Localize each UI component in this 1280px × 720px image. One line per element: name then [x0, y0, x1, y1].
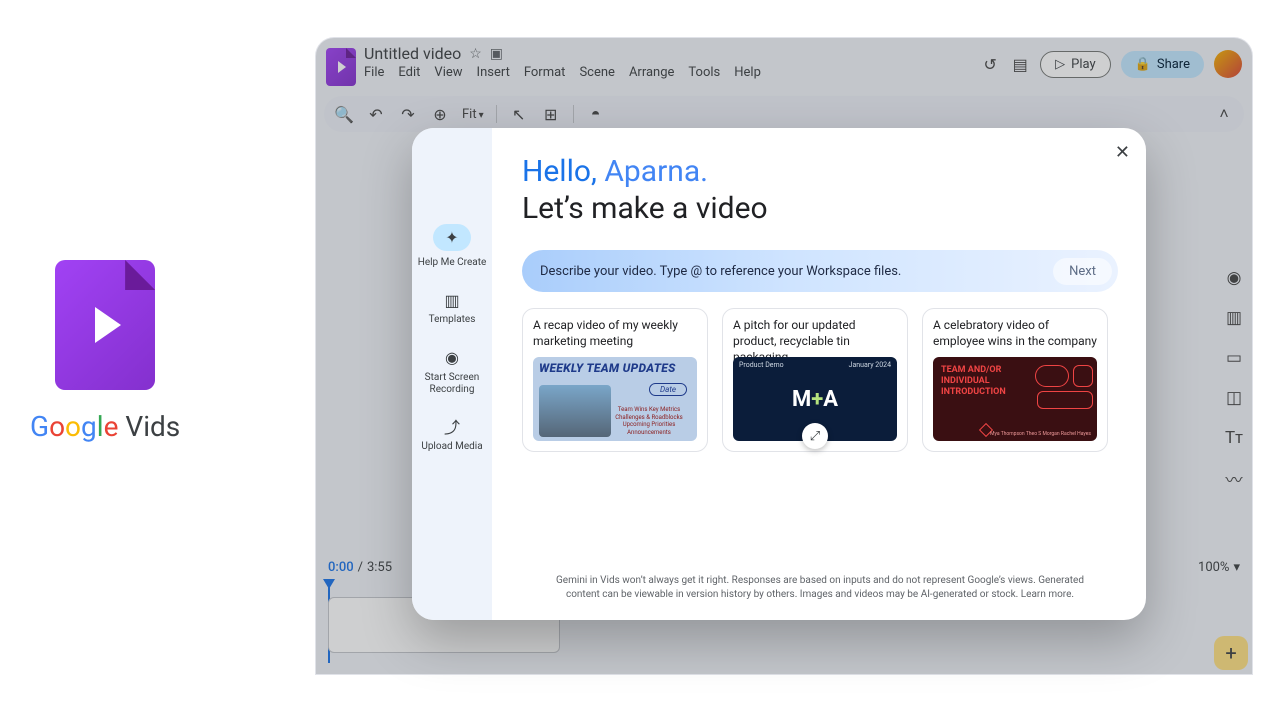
prompt-placeholder: Describe your video. Type @ to reference… — [540, 264, 1053, 279]
prompt-input[interactable]: Describe your video. Type @ to reference… — [522, 250, 1118, 292]
subheading: Let’s make a video — [522, 191, 1118, 226]
suggestion-cards: A recap video of my weekly marketing mee… — [522, 308, 1118, 452]
suggestion-card[interactable]: A celebratory video of employee wins in … — [922, 308, 1108, 452]
sidebar-item-help-me-create[interactable]: ✦ Help Me Create — [417, 224, 487, 269]
suggestion-card[interactable]: A recap video of my weekly marketing mee… — [522, 308, 708, 452]
sidebar-item-templates[interactable]: ▥ Templates — [417, 291, 487, 326]
help-me-create-modal: ✦ Help Me Create ▥ Templates ◉ Start Scr… — [412, 128, 1146, 620]
suggestion-text: A pitch for our updated product, recycla… — [733, 317, 897, 349]
expand-icon[interactable]: ⤢ — [802, 423, 828, 449]
greeting: Hello, Aparna. — [522, 154, 1118, 189]
sidebar-item-upload-media[interactable]: ⤴ Upload Media — [417, 418, 487, 453]
brand-block: Google Vids — [30, 260, 180, 443]
brand-text: Google Vids — [30, 410, 180, 443]
vids-logo-icon — [55, 260, 155, 390]
suggestion-text: A recap video of my weekly marketing mee… — [533, 317, 697, 349]
sparkle-icon: ✦ — [445, 228, 458, 247]
close-icon[interactable]: ✕ — [1115, 142, 1130, 163]
modal-sidebar: ✦ Help Me Create ▥ Templates ◉ Start Scr… — [412, 128, 492, 620]
modal-main: ✕ Hello, Aparna. Let’s make a video Desc… — [492, 128, 1146, 620]
templates-icon: ▥ — [444, 291, 459, 310]
suggestion-card[interactable]: A pitch for our updated product, recycla… — [722, 308, 908, 452]
upload-icon: ⤴ — [444, 418, 460, 437]
suggestion-thumbnail: WEEKLY TEAM UPDATES Date Team Wins Key M… — [533, 357, 697, 441]
suggestion-thumbnail: TEAM AND/OR INDIVIDUAL INTRODUCTION Mya … — [933, 357, 1097, 441]
sidebar-item-screen-recording[interactable]: ◉ Start Screen Recording — [417, 348, 487, 395]
suggestion-text: A celebratory video of employee wins in … — [933, 317, 1097, 349]
disclaimer-text: Gemini in Vids won’t always get it right… — [522, 574, 1118, 608]
next-button[interactable]: Next — [1053, 258, 1112, 285]
record-circle-icon: ◉ — [445, 348, 459, 367]
